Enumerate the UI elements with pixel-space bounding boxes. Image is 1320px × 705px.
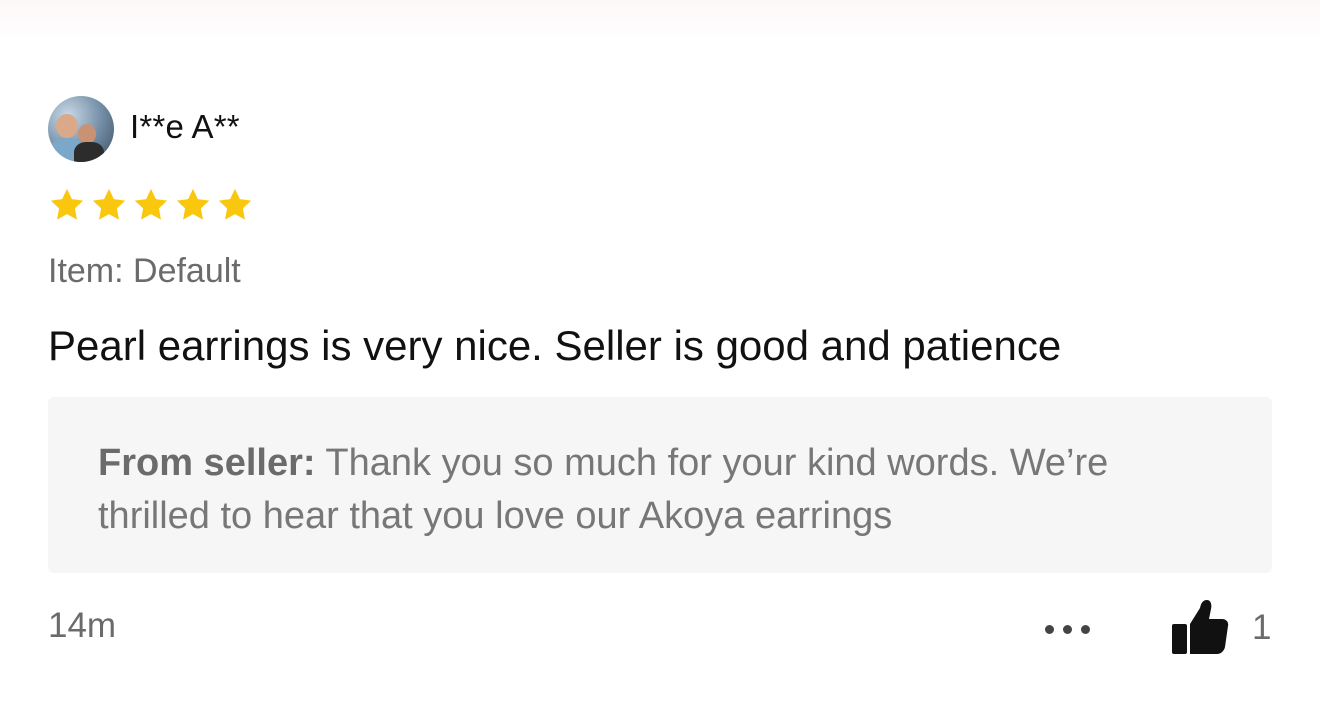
star-icon: [134, 188, 168, 220]
review-text: Pearl earrings is very nice. Seller is g…: [48, 322, 1062, 369]
reviewer-name: I**e A**: [130, 108, 240, 145]
item-variant: Item: Default: [48, 252, 241, 290]
more-options-icon: [1044, 624, 1054, 634]
seller-reply-content: From seller: Thank you so much for your …: [98, 437, 1218, 543]
avatar-person-2: [78, 124, 96, 144]
like-button[interactable]: 1: [1168, 596, 1272, 658]
star-rating: [48, 186, 254, 226]
seller-reply: From seller: Thank you so much for your …: [48, 397, 1272, 573]
like-count: 1: [1252, 608, 1272, 647]
review-timestamp: 14m: [48, 606, 117, 645]
top-fade: [0, 0, 1320, 40]
more-options-icon-dot: [1062, 624, 1072, 634]
star-icon: [92, 188, 126, 220]
avatar-person-1: [56, 114, 78, 138]
star-icon: [176, 188, 210, 220]
avatar[interactable]: [48, 96, 114, 162]
star-icon: [218, 188, 252, 220]
avatar-shape-2: [74, 142, 104, 162]
more-options-button[interactable]: [1036, 612, 1098, 646]
star-icon: [50, 188, 84, 220]
seller-reply-prefix: From seller:: [98, 442, 316, 484]
more-options-icon-dot: [1080, 624, 1090, 634]
thumbs-up-icon: [1172, 600, 1229, 654]
